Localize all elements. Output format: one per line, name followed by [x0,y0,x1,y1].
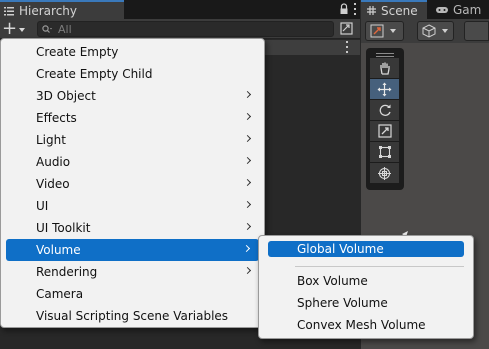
chevron-right-icon [243,90,252,99]
submenu-item-label: Convex Mesh Volume [297,318,426,332]
scale-icon [377,124,392,138]
menu-item-video[interactable]: Video [1,173,264,195]
submenu-item-sphere-volume[interactable]: Sphere Volume [259,292,473,314]
grid-snapping-button[interactable] [464,21,489,41]
menu-item-camera[interactable]: Camera [1,283,264,305]
menu-item-label: Volume [36,243,81,257]
submenu-item-global-volume[interactable]: Global Volume [268,241,464,257]
scene-tab-bar: Scene Gam [361,0,489,19]
transform-icon [378,166,391,180]
menu-item-create-empty[interactable]: Create Empty [1,41,264,63]
menu-item-ui[interactable]: UI [1,195,264,217]
submenu-item-box-volume[interactable]: Box Volume [259,270,473,292]
menu-item-label: Audio [36,155,71,169]
rect-tool-button[interactable] [370,142,399,162]
rect-tool-icon [378,146,391,158]
chevron-right-icon [242,244,251,253]
rotate-tool-button[interactable] [370,100,399,120]
lock-icon[interactable] [338,3,350,15]
menu-item-label: Video [36,177,70,191]
scene-visibility-icon[interactable] [340,22,353,35]
chevron-right-icon [243,266,252,275]
chevron-down-icon [390,29,396,33]
tab-game[interactable]: Gam [431,0,489,19]
gamepad-icon [436,6,448,13]
hand-tool-button[interactable] [370,58,399,78]
chevron-right-icon [243,222,252,231]
menu-item-label: UI [36,199,49,213]
menu-item-create-empty-child[interactable]: Create Empty Child [1,63,264,85]
move-icon [377,82,392,96]
global-local-dropdown[interactable] [417,21,454,41]
menu-item-rendering[interactable]: Rendering [1,261,264,283]
tab-hierarchy[interactable]: Hierarchy [0,0,124,19]
scene-toolbar [361,19,489,43]
transform-tool-button[interactable] [370,163,399,183]
list-icon [4,6,14,15]
scene-row-menu-icon[interactable] [345,41,349,53]
scene-grid-icon [367,6,376,15]
menu-item-3d-object[interactable]: 3D Object [1,85,264,107]
gizmo-draw-mode-dropdown[interactable] [365,21,404,41]
menu-item-visual-scripting-scene-variables[interactable]: Visual Scripting Scene Variables [1,305,264,327]
tools-overlay [366,48,404,190]
search-placeholder: All [58,22,72,36]
search-input[interactable]: All [37,21,334,37]
menu-item-label: Create Empty [36,45,119,59]
menu-item-label: Camera [36,287,84,301]
tab-scene-label: Scene [381,3,418,18]
menu-item-light[interactable]: Light [1,129,264,151]
menu-item-label: Rendering [36,265,98,279]
submenu-item-label: Global Volume [297,242,384,256]
submenu-separator [295,266,464,267]
search-icon [42,24,52,33]
add-button[interactable]: + [2,20,28,38]
hand-icon [379,62,390,75]
chevron-right-icon [243,200,252,209]
rotate-icon [379,104,391,116]
tab-game-label: Gam [453,2,482,17]
chevron-right-icon [243,112,252,121]
menu-item-label: 3D Object [36,89,96,103]
menu-item-effects[interactable]: Effects [1,107,264,129]
menu-item-label: Light [36,133,66,147]
tab-scene[interactable]: Scene [361,0,427,19]
move-tool-button[interactable] [370,79,399,99]
volume-submenu: Global Volume Box Volume Sphere Volume C… [258,235,474,339]
submenu-item-convex-mesh-volume[interactable]: Convex Mesh Volume [259,314,473,336]
hierarchy-toolbar: + All [0,19,360,39]
transform-gizmo-icon [370,24,384,38]
scale-tool-button[interactable] [370,121,399,141]
submenu-item-label: Sphere Volume [297,296,388,310]
plus-icon: + [2,18,18,39]
menu-item-label: Visual Scripting Scene Variables [36,309,229,323]
chevron-down-icon [19,28,26,32]
submenu-item-label: Box Volume [297,274,368,288]
menu-item-label: UI Toolkit [36,221,91,235]
menu-item-audio[interactable]: Audio [1,151,264,173]
hierarchy-menu-icon[interactable] [353,3,357,15]
cube-icon [422,24,436,38]
create-context-menu: Create Empty Create Empty Child 3D Objec… [0,38,265,328]
chevron-right-icon [243,178,252,187]
menu-item-label: Effects [36,111,77,125]
chevron-down-icon [442,29,448,33]
hierarchy-tab-bar: Hierarchy [0,0,360,19]
chevron-right-icon [243,134,252,143]
menu-item-ui-toolkit[interactable]: UI Toolkit [1,217,264,239]
tab-hierarchy-label: Hierarchy [19,3,78,18]
chevron-right-icon [243,156,252,165]
menu-item-label: Create Empty Child [36,67,153,81]
menu-item-volume[interactable]: Volume [6,239,259,261]
tools-grip[interactable] [376,53,394,57]
